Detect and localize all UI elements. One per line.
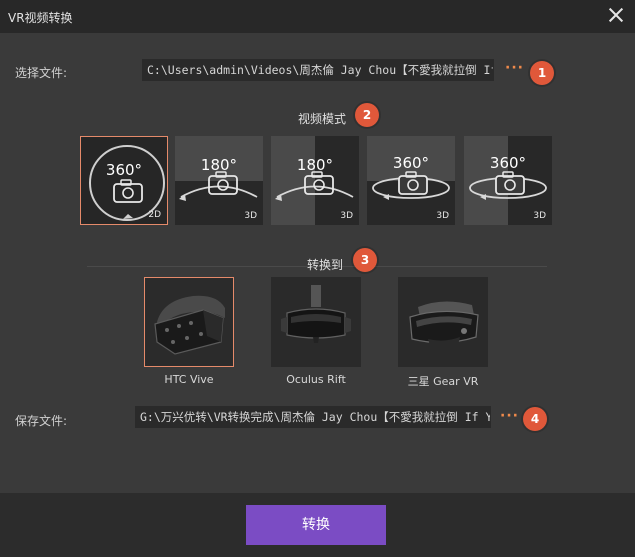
mode-180-3d-top-bottom[interactable]: 180° 3D — [175, 136, 263, 225]
htc-vive-headset-icon — [154, 295, 225, 355]
mode-degree-label: 360° — [392, 154, 430, 172]
mode-degree-label: 360° — [105, 161, 143, 179]
mode-degree-label: 360° — [489, 154, 527, 172]
window-title: VR视频转换 — [8, 11, 73, 25]
convert-to-title: 转换到 — [307, 258, 344, 272]
mode-360-3d-top-bottom[interactable]: 360° 3D — [367, 136, 455, 225]
convert-button[interactable]: 转换 — [246, 505, 386, 545]
source-file-label: 选择文件: — [15, 66, 68, 80]
output-file-label: 保存文件: — [15, 414, 68, 428]
mode-degree-label: 180° — [296, 156, 334, 174]
mode-360-3d-left-right[interactable]: 360° 3D — [464, 136, 552, 225]
mode-180-3d-left-right[interactable]: 180° 3D — [271, 136, 359, 225]
video-mode-title: 视频模式 — [298, 112, 347, 126]
vr-convert-dialog: VR视频转换 选择文件: C:\Users\admin\Videos\周杰倫 J… — [0, 0, 635, 557]
oculus-rift-headset-icon — [281, 285, 351, 343]
mode-dimension-label: 3D — [244, 211, 257, 221]
mode-dimension-label: 2D — [148, 210, 161, 220]
output-browse-button[interactable]: ··· — [500, 408, 519, 424]
mode-360-2d[interactable]: 360° 2D — [80, 136, 168, 225]
step-badge-3: 3 — [353, 248, 377, 272]
source-browse-button[interactable]: ··· — [505, 60, 524, 76]
device-label-htc-vive: HTC Vive — [164, 373, 214, 386]
step-badge-2: 2 — [355, 103, 379, 127]
mode-dimension-label: 3D — [436, 211, 449, 221]
device-htc-vive[interactable] — [144, 277, 234, 367]
device-label-gear-vr: 三星 Gear VR — [407, 375, 479, 388]
close-icon[interactable] — [607, 6, 625, 24]
step-badge-4: 4 — [523, 407, 547, 431]
mode-degree-label: 180° — [200, 156, 238, 174]
gear-vr-headset-icon — [409, 301, 479, 347]
step-badge-1: 1 — [530, 61, 554, 85]
mode-dimension-label: 3D — [533, 211, 546, 221]
title-bar: VR视频转换 — [0, 0, 635, 33]
device-gear-vr[interactable] — [398, 277, 488, 367]
mode-dimension-label: 3D — [340, 211, 353, 221]
device-oculus-rift[interactable] — [271, 277, 361, 367]
source-file-path[interactable]: C:\Users\admin\Videos\周杰倫 Jay Chou【不愛我就拉… — [142, 59, 494, 81]
output-file-path[interactable]: G:\万兴优转\VR转换完成\周杰倫 Jay Chou【不愛我就拉倒 If Yo… — [135, 406, 491, 428]
device-label-oculus-rift: Oculus Rift — [286, 373, 346, 386]
